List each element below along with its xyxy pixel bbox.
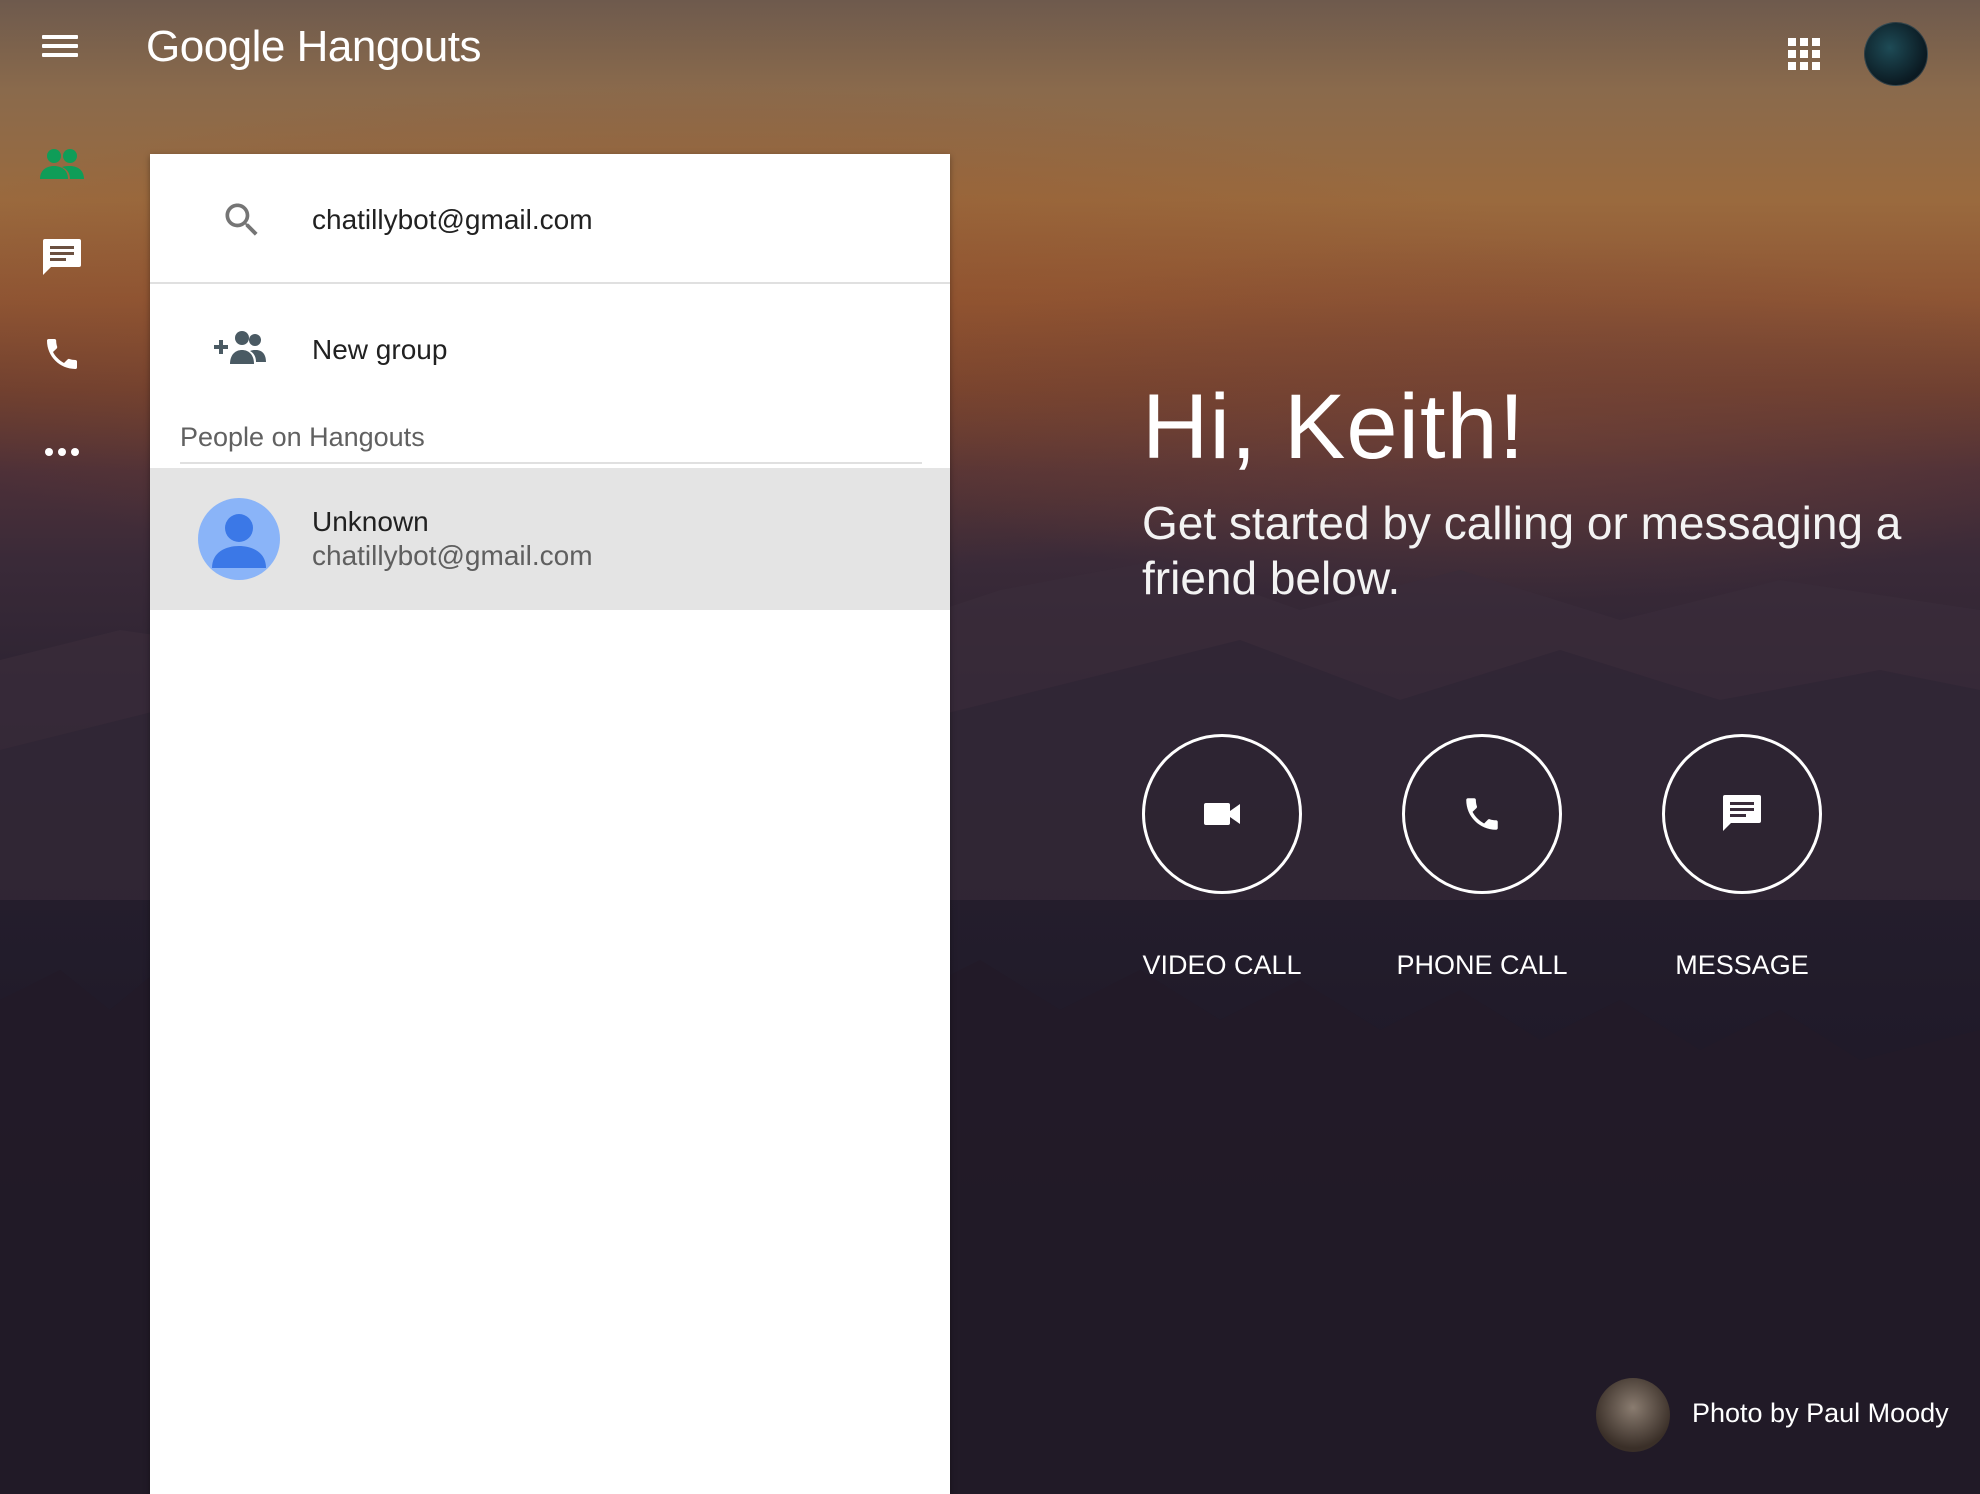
contact-email: chatillybot@gmail.com [312, 540, 593, 571]
search-icon[interactable] [220, 198, 264, 242]
logo-product-text: Hangouts [296, 22, 482, 71]
message-icon [1723, 795, 1761, 831]
message-circle[interactable] [1662, 734, 1822, 894]
contact-list-item[interactable]: Unknown chatillybot@gmail.com [150, 468, 950, 610]
welcome-message: Hi, Keith! Get started by calling or mes… [1142, 372, 1942, 606]
nav-conversations-button[interactable] [30, 226, 94, 290]
videocam-icon [1204, 803, 1240, 825]
video-call-label: VIDEO CALL [1142, 950, 1302, 980]
people-section-heading: People on Hangouts [180, 422, 425, 452]
contact-avatar [198, 498, 280, 580]
search-input[interactable] [312, 196, 912, 244]
hamburger-line [42, 44, 78, 48]
contact-name: Unknown [312, 506, 429, 537]
chat-icon [43, 239, 81, 275]
phone-icon [47, 339, 77, 369]
new-group-label: New group [312, 334, 448, 365]
phone-call-circle[interactable] [1402, 734, 1562, 894]
photographer-avatar [1596, 1378, 1670, 1452]
contacts-panel: New group People on Hangouts Unknown cha… [150, 154, 950, 1494]
hamburger-line [42, 53, 78, 57]
account-avatar[interactable] [1864, 22, 1928, 86]
greeting-title: Hi, Keith! [1142, 376, 1526, 478]
more-horiz-icon [45, 448, 79, 456]
people-icon [40, 149, 84, 179]
logo-google-text: Google [146, 22, 285, 71]
phone-icon [1466, 798, 1498, 830]
photo-credit-text: Photo by Paul Moody [1692, 1398, 1949, 1428]
main-menu-button[interactable] [38, 30, 86, 70]
app-logo[interactable]: Google Hangouts [146, 22, 481, 72]
top-bar: Google Hangouts [0, 0, 1980, 100]
apps-grid-icon[interactable] [1786, 36, 1822, 72]
video-call-circle[interactable] [1142, 734, 1302, 894]
nav-more-button[interactable] [30, 420, 94, 484]
video-call-button[interactable]: VIDEO CALL [1142, 734, 1302, 980]
nav-phone-button[interactable] [30, 322, 94, 386]
message-button[interactable]: MESSAGE [1662, 734, 1822, 980]
new-group-button[interactable]: New group [150, 286, 950, 412]
message-label: MESSAGE [1675, 950, 1809, 980]
hamburger-line [42, 35, 78, 39]
phone-call-button[interactable]: PHONE CALL [1396, 734, 1568, 980]
person-icon [212, 514, 266, 568]
section-divider [180, 462, 922, 464]
add-group-icon [214, 331, 266, 364]
greeting-subtitle: Get started by calling or messaging a fr… [1142, 497, 1902, 604]
phone-call-label: PHONE CALL [1396, 950, 1568, 980]
search-bar [150, 154, 950, 284]
nav-contacts-button[interactable] [30, 132, 94, 196]
